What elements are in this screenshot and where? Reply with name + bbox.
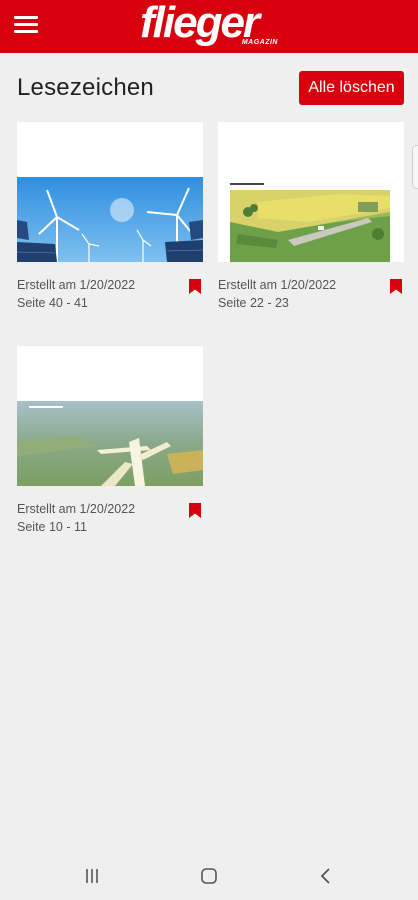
bookmark-created-date: Erstellt am 1/20/2022 [218,278,337,292]
bookmark-created-date: Erstellt am 1/20/2022 [17,278,136,292]
bookmark-pages: Seite 40 - 41 [17,296,88,310]
edge-scroll-handle[interactable] [412,145,418,189]
bookmark-pages: Seite 22 - 23 [218,296,289,310]
page-thumbnail[interactable] [17,122,203,262]
glider-landscape-image [17,346,203,486]
bookmark-icon[interactable] [390,279,402,294]
back-icon[interactable] [314,864,338,888]
bookmark-icon[interactable] [189,279,201,294]
bookmark-pages: Seite 10 - 11 [17,520,87,534]
system-nav-bar [0,852,418,900]
app-bar: flieger MAGAZIN [0,0,418,53]
logo-text: flieger [140,0,260,47]
recents-icon[interactable] [80,864,104,888]
flieger-logo: flieger MAGAZIN [140,0,282,50]
bookmark-created-date: Erstellt am 1/20/2022 [17,502,136,516]
wind-solar-image [17,122,203,262]
clear-all-button[interactable]: Alle löschen [299,71,404,105]
page-title: Lesezeichen [17,74,154,101]
page-thumbnail[interactable] [17,346,203,486]
page-thumbnail[interactable] [218,122,404,262]
airfield-aerial-image [218,122,404,262]
home-icon[interactable] [197,864,221,888]
bookmark-icon[interactable] [189,503,201,518]
logo-subtitle: MAGAZIN [241,39,278,46]
hamburger-menu-icon[interactable] [14,14,38,36]
